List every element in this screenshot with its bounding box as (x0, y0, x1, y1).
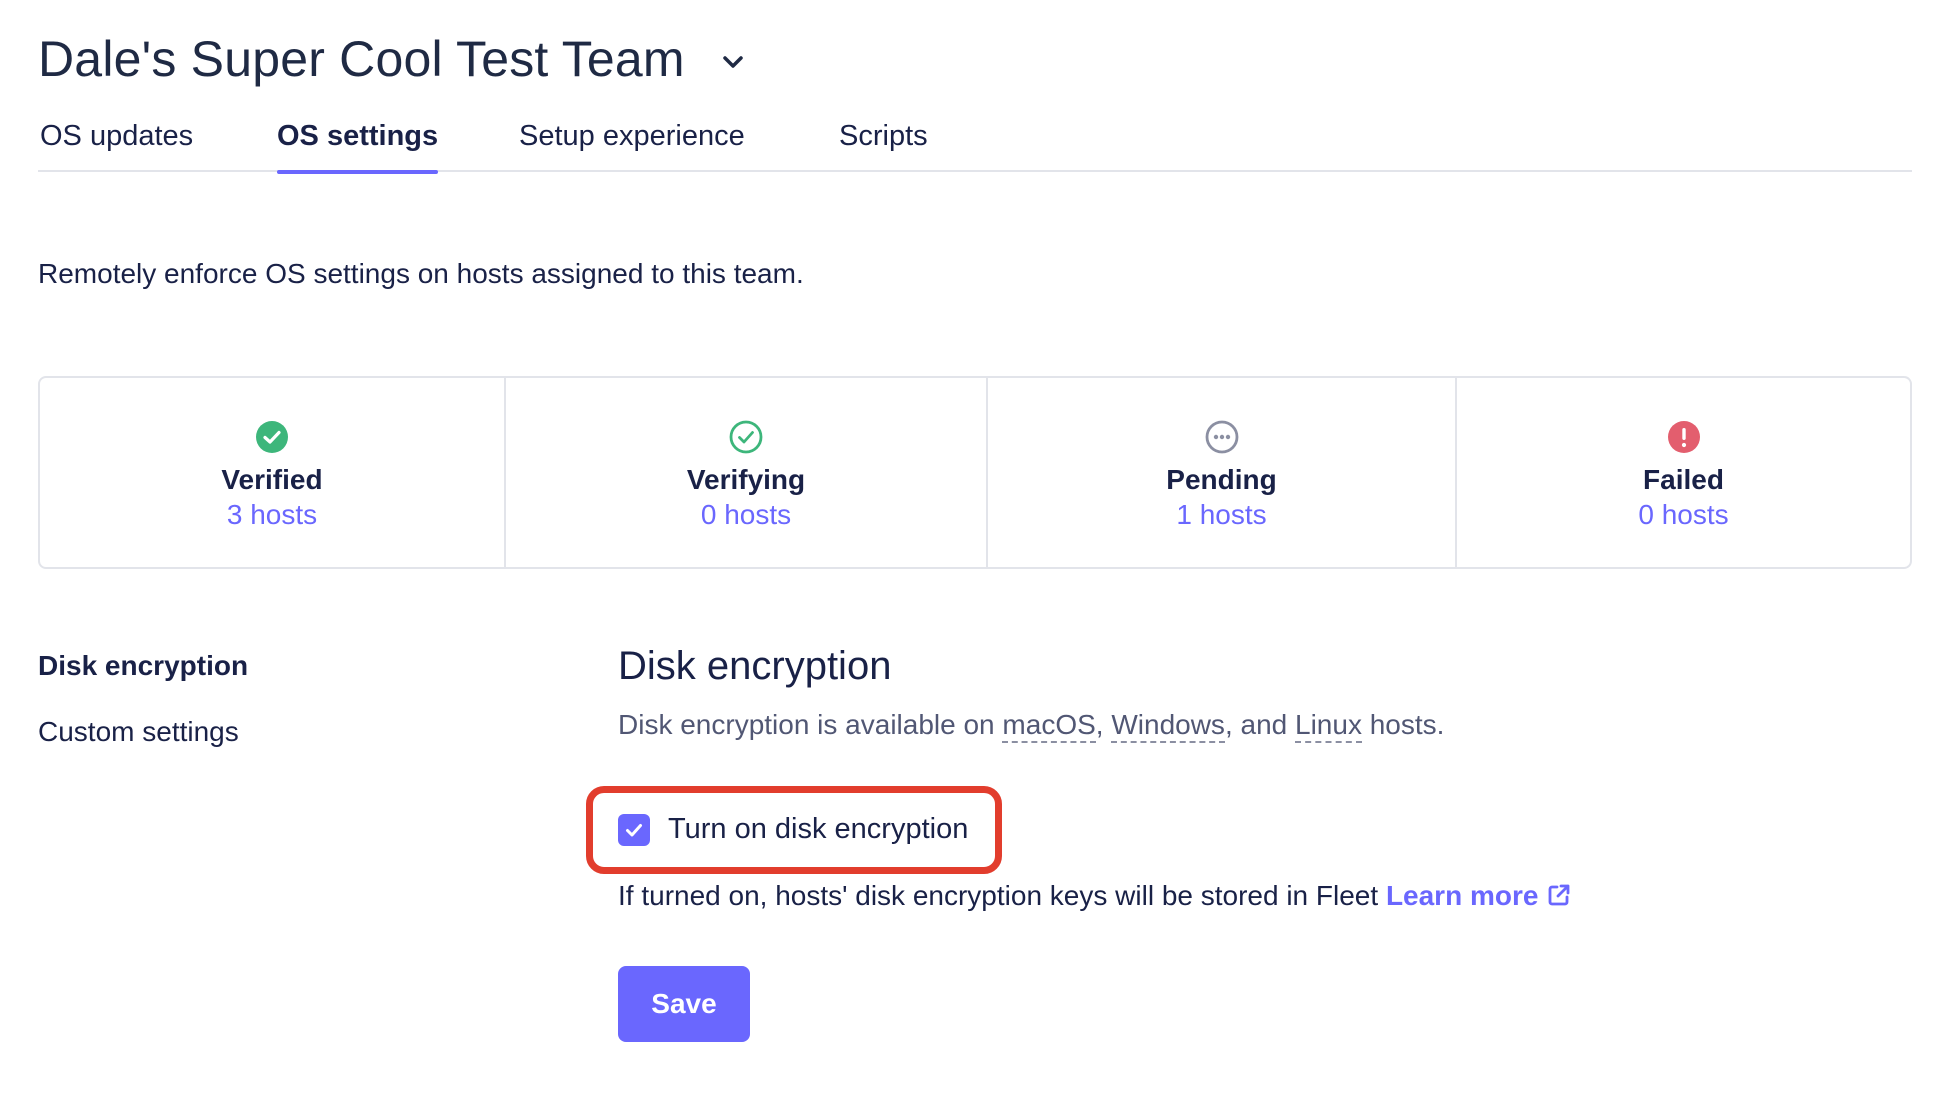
pending-dots-icon (1205, 420, 1239, 454)
page-description: Remotely enforce OS settings on hosts as… (38, 258, 804, 289)
desc-text: , (1095, 709, 1112, 740)
os-settings-page: Dale's Super Cool Test Team OS updates O… (0, 0, 1950, 1106)
macos-tooltip[interactable]: macOS (1002, 709, 1096, 743)
status-summary: Verified 3 hosts Verifying 0 hosts Pendi… (38, 376, 1912, 569)
helper-text: If turned on, hosts' disk encryption key… (618, 880, 1572, 912)
helper-text-body: If turned on, hosts' disk encryption key… (618, 880, 1386, 911)
tab-setup-experience[interactable]: Setup experience (519, 120, 745, 172)
checkbox-checked-icon[interactable] (618, 813, 650, 846)
status-label: Failed (1643, 463, 1724, 495)
chevron-down-icon[interactable] (719, 48, 747, 76)
status-label: Pending (1166, 463, 1277, 495)
windows-tooltip[interactable]: Windows (1111, 709, 1225, 743)
learn-more-label: Learn more (1385, 880, 1539, 911)
desc-text: Disk encryption is available on (618, 709, 1003, 740)
check-circle-outline-icon (729, 420, 763, 454)
team-name: Dale's Super Cool Test Team (38, 31, 685, 87)
desc-text: hosts. (1361, 709, 1445, 740)
tab-os-settings[interactable]: OS settings (277, 120, 439, 174)
tab-os-updates[interactable]: OS updates (40, 120, 193, 172)
settings-side-nav: Disk encryption Custom settings (38, 648, 248, 750)
learn-more-link[interactable]: Learn more (1386, 880, 1573, 911)
error-icon (1667, 420, 1701, 454)
status-count-link[interactable]: 0 hosts (701, 498, 791, 532)
check-circle-filled-icon (255, 420, 289, 454)
status-verified: Verified 3 hosts (40, 378, 506, 567)
status-count-link[interactable]: 1 hosts (1176, 498, 1266, 532)
status-label: Verifying (686, 463, 806, 495)
status-count-link[interactable]: 3 hosts (227, 498, 317, 532)
side-nav-disk-encryption[interactable]: Disk encryption (38, 648, 248, 684)
checkbox-label: Turn on disk encryption (668, 813, 969, 845)
panel-description: Disk encryption is available on macOS, W… (618, 709, 1445, 743)
save-button[interactable]: Save (618, 966, 750, 1042)
tab-scripts[interactable]: Scripts (839, 120, 928, 172)
desc-text: , and (1224, 709, 1295, 740)
disk-encryption-panel: Disk encryption Disk encryption is avail… (586, 644, 1570, 1042)
status-pending: Pending 1 hosts (988, 378, 1457, 567)
status-verifying: Verifying 0 hosts (506, 378, 988, 567)
external-link-icon (1546, 882, 1572, 908)
tab-bar: OS updates OS settings Setup experience … (38, 110, 1912, 174)
linux-tooltip[interactable]: Linux (1295, 709, 1362, 743)
panel-title: Disk encryption (618, 644, 892, 688)
disk-encryption-checkbox[interactable]: Turn on disk encryption (618, 813, 968, 846)
status-failed: Failed 0 hosts (1457, 378, 1910, 567)
status-count-link[interactable]: 0 hosts (1638, 498, 1728, 532)
status-label: Verified (221, 463, 323, 495)
side-nav-custom-settings[interactable]: Custom settings (38, 714, 248, 750)
team-selector[interactable]: Dale's Super Cool Test Team (38, 30, 747, 88)
